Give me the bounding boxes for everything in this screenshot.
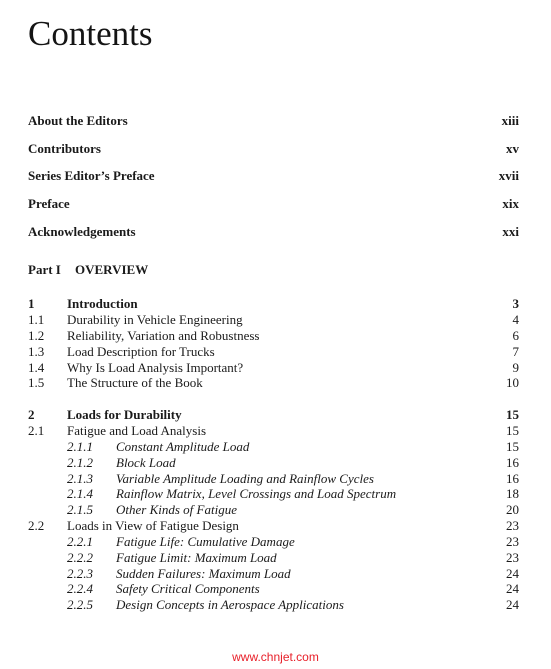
chapter-number: 2 (28, 407, 35, 422)
page-title: Contents (28, 14, 153, 53)
toc-subsection[interactable]: 2.1.5 Other Kinds of Fatigue 20 (28, 502, 519, 518)
subsection-number: 2.1.4 (67, 486, 93, 501)
toc-entry-label: Series Editor’s Preface (28, 168, 155, 183)
section-page: 6 (512, 328, 520, 343)
section-page: 4 (512, 312, 520, 327)
section-title: Why Is Load Analysis Important? (67, 360, 244, 375)
chapter-title: Introduction (67, 296, 138, 311)
toc-subsection[interactable]: 2.2.3 Sudden Failures: Maximum Load 24 (28, 566, 519, 582)
toc-section[interactable]: 1.3 Load Description for Trucks 7 (28, 344, 519, 360)
subsection-title: Design Concepts in Aerospace Application… (116, 597, 344, 612)
subsection-number: 2.1.1 (67, 439, 93, 454)
toc-subsection[interactable]: 2.2.5 Design Concepts in Aerospace Appli… (28, 597, 519, 613)
section-number: 1.3 (28, 344, 45, 359)
section-title: Fatigue and Load Analysis (67, 423, 207, 438)
toc-entry-label: Preface (28, 196, 70, 211)
toc-subsection[interactable]: 2.1.4 Rainflow Matrix, Level Crossings a… (28, 486, 519, 502)
subsection-number: 2.2.3 (67, 566, 93, 581)
part-number: Part I (28, 262, 61, 277)
section-page: 7 (512, 344, 520, 359)
section-page: 23 (506, 518, 519, 533)
toc-subsection[interactable]: 2.1.3 Variable Amplitude Loading and Rai… (28, 471, 519, 487)
subsection-page: 24 (506, 566, 519, 581)
subsection-title: Block Load (116, 455, 176, 470)
toc-chapter[interactable]: 1 Introduction 3 (28, 296, 519, 312)
toc-entry-label: Acknowledgements (28, 224, 136, 239)
section-title: Loads in View of Fatigue Design (67, 518, 239, 533)
toc-section[interactable]: 2.1 Fatigue and Load Analysis 15 (28, 423, 519, 439)
chapter-title: Loads for Durability (67, 407, 182, 422)
subsection-page: 20 (506, 502, 519, 517)
toc-entry-page: xvii (498, 168, 519, 183)
subsection-page: 24 (506, 581, 519, 596)
toc-entry-label: About the Editors (28, 113, 128, 128)
toc-entry-page: xix (502, 196, 519, 211)
subsection-number: 2.1.5 (67, 502, 93, 517)
subsection-page: 16 (506, 471, 519, 486)
subsection-title: Variable Amplitude Loading and Rainflow … (116, 471, 374, 486)
section-number: 2.1 (28, 423, 45, 438)
subsection-title: Fatigue Life: Cumulative Damage (116, 534, 295, 549)
subsection-page: 16 (506, 455, 519, 470)
toc-subsection[interactable]: 2.2.2 Fatigue Limit: Maximum Load 23 (28, 550, 519, 566)
section-number: 1.5 (28, 375, 45, 390)
chapter-number: 1 (28, 296, 35, 311)
subsection-title: Fatigue Limit: Maximum Load (116, 550, 277, 565)
section-number: 1.1 (28, 312, 45, 327)
toc-entry-label: Contributors (28, 141, 101, 156)
part-title: OVERVIEW (75, 262, 149, 277)
section-page: 9 (512, 360, 520, 375)
toc-entry-page: xiii (501, 113, 519, 128)
chapter-page: 15 (506, 407, 519, 422)
section-page: 10 (506, 375, 519, 390)
subsection-title: Safety Critical Components (116, 581, 260, 596)
section-page: 15 (506, 423, 519, 438)
chapter-page: 3 (512, 296, 520, 311)
toc-section[interactable]: 1.4 Why Is Load Analysis Important? 9 (28, 360, 519, 376)
section-number: 1.2 (28, 328, 45, 343)
subsection-number: 2.2.2 (67, 550, 93, 565)
part-heading: Part I OVERVIEW (28, 262, 148, 278)
subsection-page: 23 (506, 550, 519, 565)
watermark: www.chnjet.com (232, 650, 319, 664)
section-title: The Structure of the Book (67, 375, 203, 390)
toc-subsection[interactable]: 2.2.1 Fatigue Life: Cumulative Damage 23 (28, 534, 519, 550)
subsection-number: 2.2.1 (67, 534, 93, 549)
section-title: Durability in Vehicle Engineering (67, 312, 243, 327)
toc-section[interactable]: 2.2 Loads in View of Fatigue Design 23 (28, 518, 519, 534)
section-title: Load Description for Trucks (67, 344, 215, 359)
toc-subsection[interactable]: 2.1.2 Block Load 16 (28, 455, 519, 471)
toc-section[interactable]: 1.2 Reliability, Variation and Robustnes… (28, 328, 519, 344)
subsection-title: Sudden Failures: Maximum Load (116, 566, 291, 581)
toc-subsection[interactable]: 2.2.4 Safety Critical Components 24 (28, 581, 519, 597)
subsection-page: 24 (506, 597, 519, 612)
subsection-number: 2.1.2 (67, 455, 93, 470)
subsection-number: 2.2.4 (67, 581, 93, 596)
toc-section[interactable]: 1.1 Durability in Vehicle Engineering 4 (28, 312, 519, 328)
subsection-number: 2.2.5 (67, 597, 93, 612)
subsection-page: 23 (506, 534, 519, 549)
section-number: 2.2 (28, 518, 45, 533)
subsection-title: Constant Amplitude Load (116, 439, 250, 454)
toc-entry-page: xxi (502, 224, 519, 239)
toc-entry-page: xv (506, 141, 519, 156)
subsection-title: Other Kinds of Fatigue (116, 502, 237, 517)
toc-chapter[interactable]: 2 Loads for Durability 15 (28, 407, 519, 423)
toc-subsection[interactable]: 2.1.1 Constant Amplitude Load 15 (28, 439, 519, 455)
section-number: 1.4 (28, 360, 45, 375)
subsection-page: 15 (506, 439, 519, 454)
subsection-number: 2.1.3 (67, 471, 93, 486)
section-title: Reliability, Variation and Robustness (67, 328, 260, 343)
subsection-title: Rainflow Matrix, Level Crossings and Loa… (116, 486, 397, 501)
subsection-page: 18 (506, 486, 519, 501)
toc-section[interactable]: 1.5 The Structure of the Book 10 (28, 375, 519, 391)
